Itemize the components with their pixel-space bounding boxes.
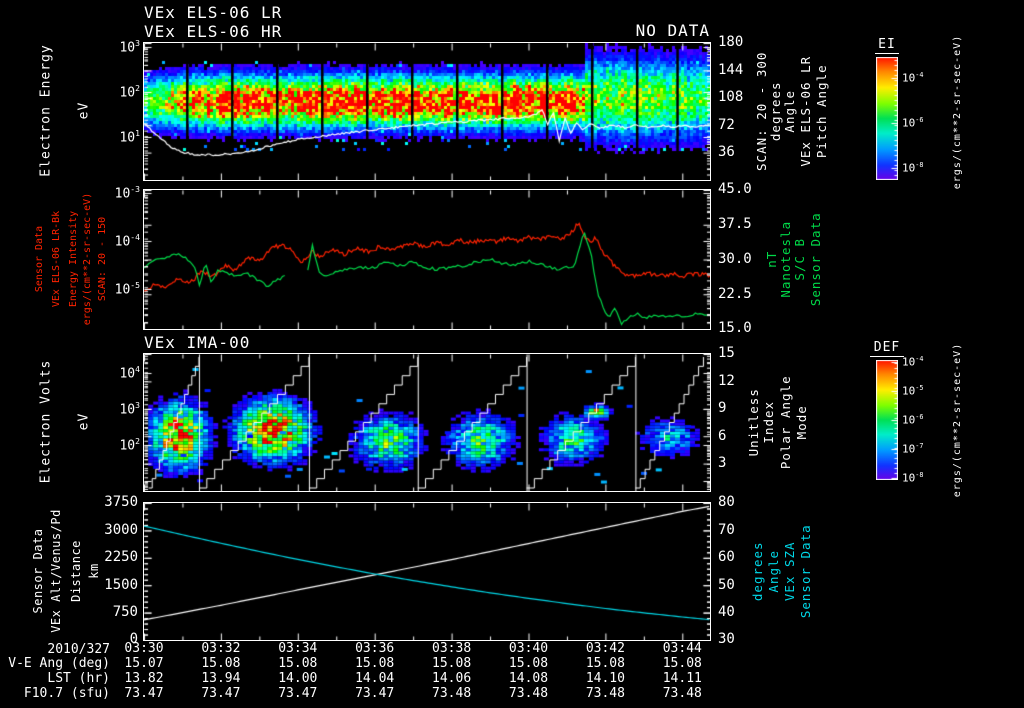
bfield-axis-label: S/C B — [791, 237, 807, 281]
time-tick-label: 03:36 — [355, 640, 395, 656]
intensity-axis-label: Energy Intensity — [68, 210, 79, 308]
ima-spectrogram-canvas — [143, 353, 711, 492]
no-data-label: NO DATA — [635, 21, 710, 40]
altitude-axis-label: VEx Alt/Venus/Pd — [49, 509, 63, 633]
table-value: 73.47 — [355, 685, 395, 701]
ei-colorbar-title: EI — [875, 38, 899, 54]
intensity-axis-label: Sensor Data — [34, 225, 45, 293]
sza-axis-label: Sensor Data — [797, 523, 813, 618]
table-value: 73.48 — [432, 685, 472, 701]
table-value: 15.07 — [124, 655, 164, 671]
table-value: 14.11 — [662, 670, 702, 686]
altitude-sza-canvas — [143, 502, 711, 641]
table-value: 15.08 — [508, 655, 549, 671]
ei-colorbar — [876, 57, 898, 180]
bfield-axis-label: Nanotesla — [777, 220, 793, 298]
table-value: 14.00 — [278, 670, 318, 686]
time-tick-label: 03:42 — [585, 640, 625, 656]
time-tick-label: 03:40 — [508, 640, 549, 656]
table-value: 14.08 — [508, 670, 549, 686]
time-tick-label: 03:38 — [432, 640, 472, 656]
sza-axis-label: VEx SZA — [781, 541, 797, 601]
table-value: 14.06 — [432, 670, 472, 686]
panel-title-els-lr: VEx ELS-06 LR — [144, 3, 283, 22]
table-value: 15.08 — [585, 655, 625, 671]
table-value: 73.48 — [662, 685, 702, 701]
table-value: 73.47 — [278, 685, 318, 701]
time-tick-label: 03:34 — [278, 640, 318, 656]
table-value: 73.47 — [201, 685, 241, 701]
table-value: 14.04 — [355, 670, 395, 686]
altitude-axis-label: Distance — [69, 540, 83, 602]
table-value: 15.08 — [432, 655, 472, 671]
bfield-axis-label: Sensor Data — [807, 211, 823, 306]
table-value: 15.08 — [278, 655, 318, 671]
altitude-axis-label: km — [87, 563, 101, 579]
table-row-label: F10.7 (sfu) — [23, 685, 110, 701]
def-colorbar-title: DEF — [870, 341, 904, 357]
table-value: 15.08 — [201, 655, 241, 671]
intensity-axis-label: SCAN: 20 - 150 — [97, 216, 108, 302]
els-intensity-bfield-canvas — [143, 189, 711, 330]
time-tick-label: 03:32 — [201, 640, 241, 656]
sza-axis-label: Angle — [765, 549, 781, 593]
time-tick-label: 03:44 — [662, 640, 702, 656]
def-colorbar-units-label: ergs/(cm**2-sr-sec-eV) — [952, 342, 963, 497]
ei-colorbar-units-label: ergs/(cm**2-sr-sec-eV) — [952, 34, 963, 189]
intensity-axis-label: VEx ELS-06 LR-Bk — [51, 210, 62, 308]
els-pitch-spectrogram-canvas — [143, 42, 711, 181]
panel-title-ima: VEx IMA-00 — [144, 333, 251, 352]
table-row-label: LST (hr) — [47, 670, 110, 686]
table-value: 73.48 — [508, 685, 549, 701]
def-colorbar — [876, 360, 898, 480]
bfield-axis-label: nT — [763, 250, 779, 268]
time-tick-label: 03:30 — [124, 640, 164, 656]
table-value: 14.10 — [585, 670, 625, 686]
altitude-axis-label: Sensor Data — [31, 528, 45, 614]
panel-title-els-hr: VEx ELS-06 HR — [144, 22, 283, 41]
table-value: 13.82 — [124, 670, 164, 686]
table-value: 15.08 — [355, 655, 395, 671]
table-value: 13.94 — [201, 670, 241, 686]
sza-axis-label: degrees — [749, 541, 765, 601]
table-value: 73.48 — [585, 685, 625, 701]
vex-orbit-summary-plot: VEx ELS-06 LR VEx ELS-06 HR NO DATA VEx … — [0, 0, 1024, 708]
table-value: 15.08 — [662, 655, 702, 671]
intensity-axis-label: ergs/(cm**2-sr-sec-eV) — [82, 192, 93, 326]
table-value: 73.47 — [124, 685, 164, 701]
table-row-label: V-E Ang (deg) — [8, 655, 110, 671]
